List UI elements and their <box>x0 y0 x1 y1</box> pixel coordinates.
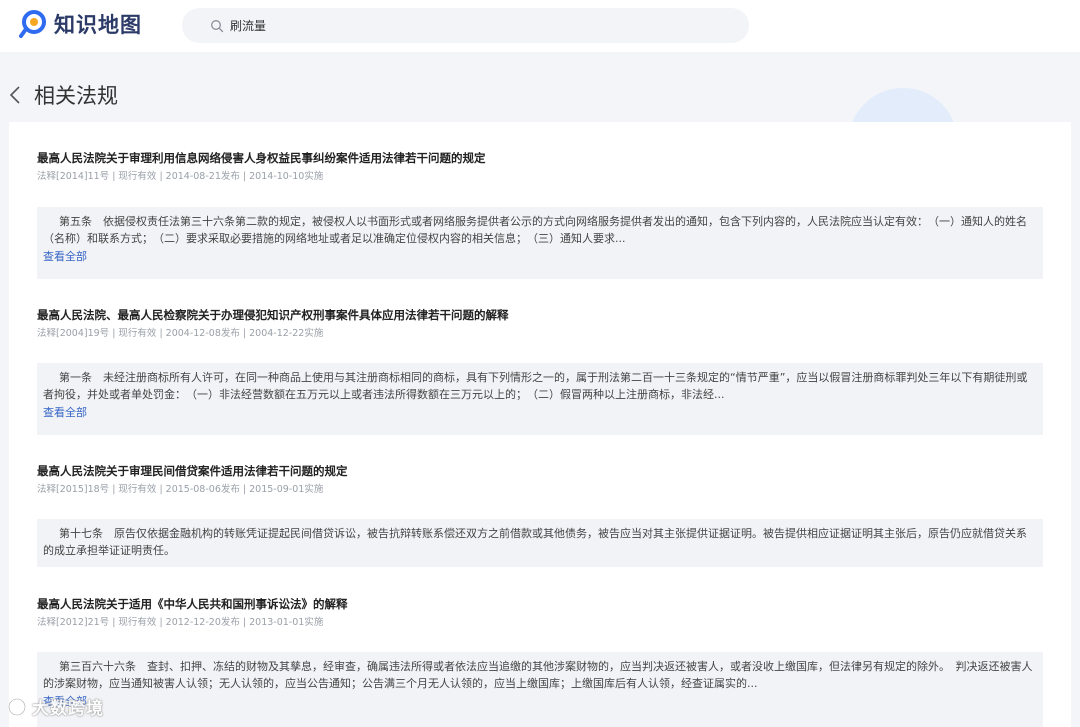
law-meta: 法释[2004]19号 | 现行有效 | 2004-12-08发布 | 2004… <box>37 328 324 339</box>
back-arrow-icon[interactable] <box>8 84 22 106</box>
page-header: 相关法规 <box>8 80 118 110</box>
view-all-link[interactable]: 查看全部 <box>43 694 1035 710</box>
law-title[interactable]: 最高人民法院、最高人民检察院关于办理侵犯知识产权刑事案件具体应用法律若干问题的解… <box>37 307 1043 323</box>
law-title[interactable]: 最高人民法院关于审理民间借贷案件适用法律若干问题的规定 <box>37 463 1043 479</box>
search-icon[interactable] <box>210 19 224 33</box>
law-excerpt: 第十七条 原告仅依据金融机构的转账凭证提起民间借贷诉讼，被告抗辩转账系偿还双方之… <box>43 527 1027 557</box>
logo-icon <box>19 10 46 38</box>
watermark-text: 大数跨境 <box>32 699 104 719</box>
logo[interactable]: 知识地图 <box>18 9 142 39</box>
law-excerpt: 第五条 依据侵权责任法第三十六条第二款的规定，被侵权人以书面形式或者网络服务提供… <box>43 215 1027 245</box>
law-title[interactable]: 最高人民法院关于审理利用信息网络侵害人身权益民事纠纷案件适用法律若干问题的规定 <box>37 150 1043 166</box>
search-input[interactable] <box>230 18 710 33</box>
view-all-link[interactable]: 查看全部 <box>43 405 1035 421</box>
law-meta: 法释[2014]11号 | 现行有效 | 2014-08-21发布 | 2014… <box>37 171 324 182</box>
page-title: 相关法规 <box>34 84 118 108</box>
law-title[interactable]: 最高人民法院关于适用《中华人民共和国刑事诉讼法》的解释 <box>37 596 1043 612</box>
law-item: 最高人民法院关于审理利用信息网络侵害人身权益民事纠纷案件适用法律若干问题的规定 … <box>37 150 1043 279</box>
law-meta: 法释[2012]21号 | 现行有效 | 2012-12-20发布 | 2013… <box>37 617 324 628</box>
watermark: 大数跨境 <box>6 694 104 719</box>
top-bar: 知识地图 <box>0 0 1080 52</box>
search-bar[interactable] <box>182 8 749 43</box>
law-excerpt-box: 第一条 未经注册商标所有人许可，在同一种商品上使用与其注册商标相同的商标，具有下… <box>37 363 1043 435</box>
law-item: 最高人民法院、最高人民检察院关于办理侵犯知识产权刑事案件具体应用法律若干问题的解… <box>37 307 1043 435</box>
law-excerpt-box: 第五条 依据侵权责任法第三十六条第二款的规定，被侵权人以书面形式或者网络服务提供… <box>37 207 1043 279</box>
law-meta: 法释[2015]18号 | 现行有效 | 2015-08-06发布 | 2015… <box>37 484 324 495</box>
logo-text: 知识地图 <box>54 13 142 37</box>
law-excerpt: 第一条 未经注册商标所有人许可，在同一种商品上使用与其注册商标相同的商标，具有下… <box>43 371 1028 401</box>
law-excerpt: 第三百六十六条 查封、扣押、冻结的财物及其孳息，经审查，确属违法所得或者依法应当… <box>43 660 1033 690</box>
law-item: 最高人民法院关于适用《中华人民共和国刑事诉讼法》的解释 法释[2012]21号 … <box>37 596 1043 727</box>
law-list: 最高人民法院关于审理利用信息网络侵害人身权益民事纠纷案件适用法律若干问题的规定 … <box>9 122 1071 727</box>
law-item: 最高人民法院关于审理民间借贷案件适用法律若干问题的规定 法释[2015]18号 … <box>37 463 1043 567</box>
view-all-link[interactable]: 查看全部 <box>43 249 1035 265</box>
law-excerpt-box: 第十七条 原告仅依据金融机构的转账凭证提起民间借贷诉讼，被告抗辩转账系偿还双方之… <box>37 519 1043 567</box>
watermark-logo-icon <box>7 697 27 716</box>
law-excerpt-box: 第三百六十六条 查封、扣押、冻结的财物及其孳息，经审查，确属违法所得或者依法应当… <box>37 652 1043 727</box>
